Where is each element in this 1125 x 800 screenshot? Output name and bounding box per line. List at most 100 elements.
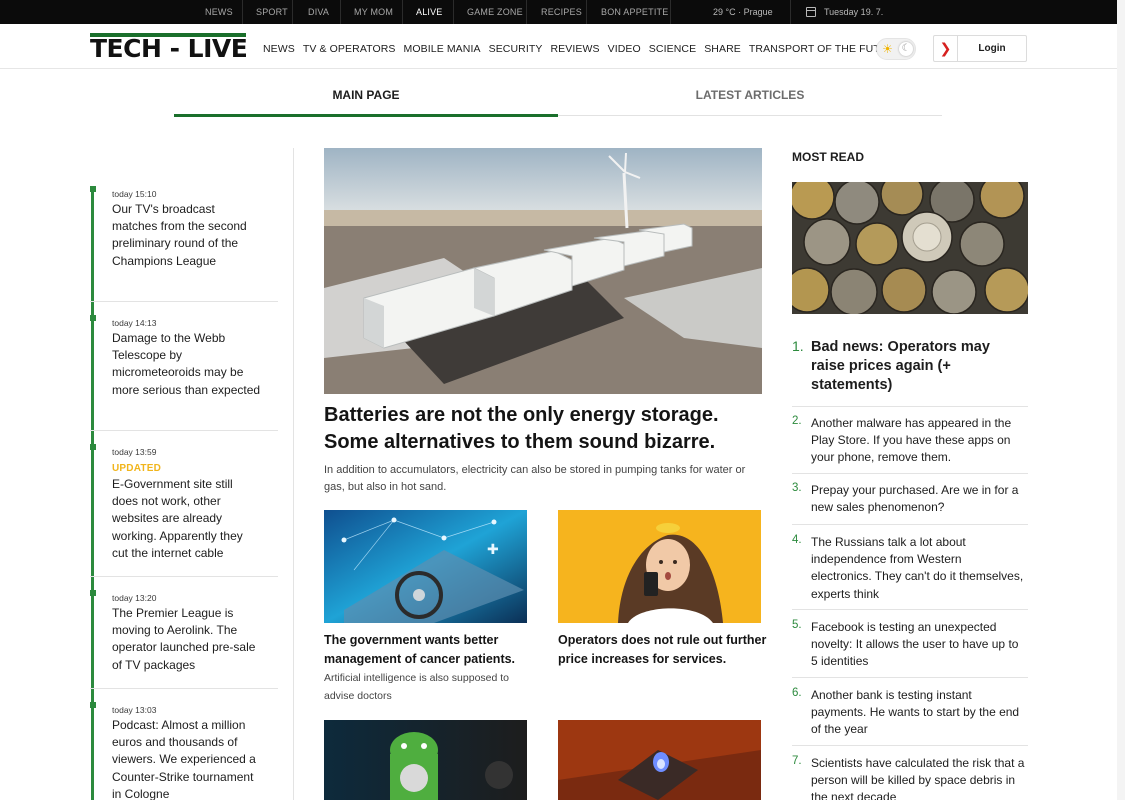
timeline-title[interactable]: The Premier League is moving to Aerolink… bbox=[112, 605, 262, 674]
article-card-title[interactable]: Operators does not rule out further pric… bbox=[558, 631, 768, 669]
article-card-image[interactable] bbox=[558, 720, 761, 800]
nav-item-mobile-mania[interactable]: MOBILE MANIA bbox=[404, 43, 481, 55]
nav-item-science[interactable]: SCIENCE bbox=[649, 43, 696, 55]
article-card-perex: Artificial intelligence is also supposed… bbox=[324, 672, 510, 702]
most-read-rank: 7. bbox=[792, 755, 802, 767]
nav-item-share[interactable]: SHARE bbox=[704, 43, 741, 55]
timeline-time: today 13:20 bbox=[112, 593, 157, 603]
most-read-rank: 6. bbox=[792, 687, 802, 699]
topbar-separator bbox=[453, 0, 454, 24]
main-article-perex: In addition to accumulators, electricity… bbox=[324, 464, 746, 493]
article-card-image[interactable] bbox=[558, 510, 761, 623]
timeline-dot bbox=[90, 444, 96, 450]
site-header: TECH - LIVE NEWS TV & OPERATORS MOBILE M… bbox=[0, 24, 1117, 69]
main-article-image[interactable] bbox=[324, 148, 762, 394]
topbar-separator bbox=[790, 0, 791, 24]
logo-text: TECH - LIVE bbox=[90, 34, 248, 63]
portal-link-alive[interactable]: ALIVE bbox=[416, 7, 443, 17]
topbar-separator bbox=[340, 0, 341, 24]
most-read-title[interactable]: Another bank is testing instant payments… bbox=[811, 687, 1025, 739]
most-read-item[interactable]: 1. Bad news: Operators may raise prices … bbox=[792, 338, 1028, 407]
article-card-image[interactable]: ✚ bbox=[324, 510, 527, 623]
portal-link-bon-appetite[interactable]: BON APPETITE bbox=[601, 7, 668, 17]
main-navigation: NEWS TV & OPERATORS MOBILE MANIA SECURIT… bbox=[263, 43, 910, 55]
most-read-rank: 3. bbox=[792, 482, 802, 494]
timeline-item[interactable]: today 15:10 Our TV's broadcast matches f… bbox=[90, 184, 278, 302]
most-read-item[interactable]: 2. Another malware has appeared in the P… bbox=[792, 415, 1028, 474]
nav-item-video[interactable]: VIDEO bbox=[608, 43, 641, 55]
portal-link-sport[interactable]: SPORT bbox=[256, 7, 288, 17]
most-read-item[interactable]: 6. Another bank is testing instant payme… bbox=[792, 687, 1028, 746]
sun-icon: ☀ bbox=[882, 42, 893, 56]
theme-toggle[interactable]: ☀ ☾ bbox=[876, 38, 916, 60]
login-label: Login bbox=[978, 43, 1006, 54]
most-read-item[interactable]: 4. The Russians talk a lot about indepen… bbox=[792, 534, 1028, 610]
most-read-title[interactable]: Bad news: Operators may raise prices aga… bbox=[811, 338, 1025, 395]
topbar-separator bbox=[402, 0, 403, 24]
updated-badge: UPDATED bbox=[112, 463, 161, 474]
timeline-title[interactable]: Damage to the Webb Telescope by micromet… bbox=[112, 330, 262, 399]
portal-link-news[interactable]: NEWS bbox=[205, 7, 233, 17]
portal-link-recipes[interactable]: RECIPES bbox=[541, 7, 582, 17]
weather-info: 29 °C · Prague bbox=[713, 7, 773, 17]
login-button[interactable]: ❯ Login bbox=[933, 35, 1027, 62]
most-read-item[interactable]: 3. Prepay your purchased. Are we in for … bbox=[792, 482, 1028, 525]
most-read-rank: 2. bbox=[792, 415, 802, 427]
topbar-separator bbox=[292, 0, 293, 24]
most-read-title[interactable]: The Russians talk a lot about independen… bbox=[811, 534, 1025, 603]
timeline-title[interactable]: E-Government site still does not work, o… bbox=[112, 476, 262, 562]
news-timeline: today 15:10 Our TV's broadcast matches f… bbox=[90, 184, 278, 800]
timeline-time: today 13:03 bbox=[112, 705, 157, 715]
column-divider bbox=[293, 148, 294, 800]
most-read-title[interactable]: Another malware has appeared in the Play… bbox=[811, 415, 1025, 467]
most-read-title[interactable]: Scientists have calculated the risk that… bbox=[811, 755, 1025, 800]
scrollbar-track[interactable] bbox=[1117, 0, 1125, 800]
timeline-dot bbox=[90, 702, 96, 708]
calendar-icon bbox=[806, 7, 816, 17]
nav-item-reviews[interactable]: REVIEWS bbox=[550, 43, 599, 55]
article-card[interactable] bbox=[558, 720, 762, 800]
top-portal-bar: NEWS SPORT DIVA MY MOM ALIVE GAME ZONE R… bbox=[0, 0, 1117, 24]
most-read-item[interactable]: 7. Scientists have calculated the risk t… bbox=[792, 755, 1028, 800]
portal-link-diva[interactable]: DIVA bbox=[308, 7, 329, 17]
portal-link-my-mom[interactable]: MY MOM bbox=[354, 7, 393, 17]
timeline-title[interactable]: Podcast: Almost a million euros and thou… bbox=[112, 717, 262, 800]
most-read-rank: 5. bbox=[792, 619, 802, 631]
timeline-title[interactable]: Our TV's broadcast matches from the seco… bbox=[112, 201, 262, 270]
article-card-title[interactable]: The government wants better management o… bbox=[324, 631, 534, 669]
timeline-time: today 15:10 bbox=[112, 189, 157, 199]
most-read-image[interactable] bbox=[792, 182, 1028, 314]
most-read-heading: MOST READ bbox=[792, 150, 864, 164]
article-card[interactable] bbox=[324, 720, 528, 800]
tab-latest-articles[interactable]: LATEST ARTICLES bbox=[558, 88, 942, 116]
timeline-item[interactable]: today 13:59 UPDATED E-Government site st… bbox=[90, 442, 278, 577]
timeline-dot bbox=[90, 590, 96, 596]
most-read-rank: 1. bbox=[792, 338, 804, 354]
date-info: Tuesday 19. 7. bbox=[824, 7, 884, 17]
topbar-separator bbox=[526, 0, 527, 24]
timeline-dot bbox=[90, 186, 96, 192]
moon-icon: ☾ bbox=[899, 42, 913, 56]
article-card-image[interactable] bbox=[324, 720, 527, 800]
most-read-rank: 4. bbox=[792, 534, 802, 546]
most-read-title[interactable]: Facebook is testing an unexpected novelt… bbox=[811, 619, 1025, 671]
tab-main-page[interactable]: MAIN PAGE bbox=[174, 88, 558, 117]
portal-link-game-zone[interactable]: GAME ZONE bbox=[467, 7, 523, 17]
content-tabs: MAIN PAGE LATEST ARTICLES bbox=[174, 88, 942, 117]
timeline-time: today 14:13 bbox=[112, 318, 157, 328]
topbar-separator bbox=[586, 0, 587, 24]
main-article-title[interactable]: Batteries are not the only energy storag… bbox=[324, 402, 764, 455]
chevron-right-icon: ❯ bbox=[934, 36, 958, 61]
nav-item-security[interactable]: SECURITY bbox=[489, 43, 543, 55]
nav-item-tv-operators[interactable]: TV & OPERATORS bbox=[303, 43, 396, 55]
most-read-item[interactable]: 5. Facebook is testing an unexpected nov… bbox=[792, 619, 1028, 678]
nav-item-news[interactable]: NEWS bbox=[263, 43, 295, 55]
timeline-dot bbox=[90, 315, 96, 321]
topbar-separator bbox=[242, 0, 243, 24]
topbar-separator bbox=[670, 0, 671, 24]
timeline-item[interactable]: today 14:13 Damage to the Webb Telescope… bbox=[90, 313, 278, 431]
most-read-title[interactable]: Prepay your purchased. Are we in for a n… bbox=[811, 482, 1025, 516]
timeline-item[interactable]: today 13:03 Podcast: Almost a million eu… bbox=[90, 700, 278, 800]
timeline-item[interactable]: today 13:20 The Premier League is moving… bbox=[90, 588, 278, 689]
svg-text:✚: ✚ bbox=[487, 542, 499, 558]
